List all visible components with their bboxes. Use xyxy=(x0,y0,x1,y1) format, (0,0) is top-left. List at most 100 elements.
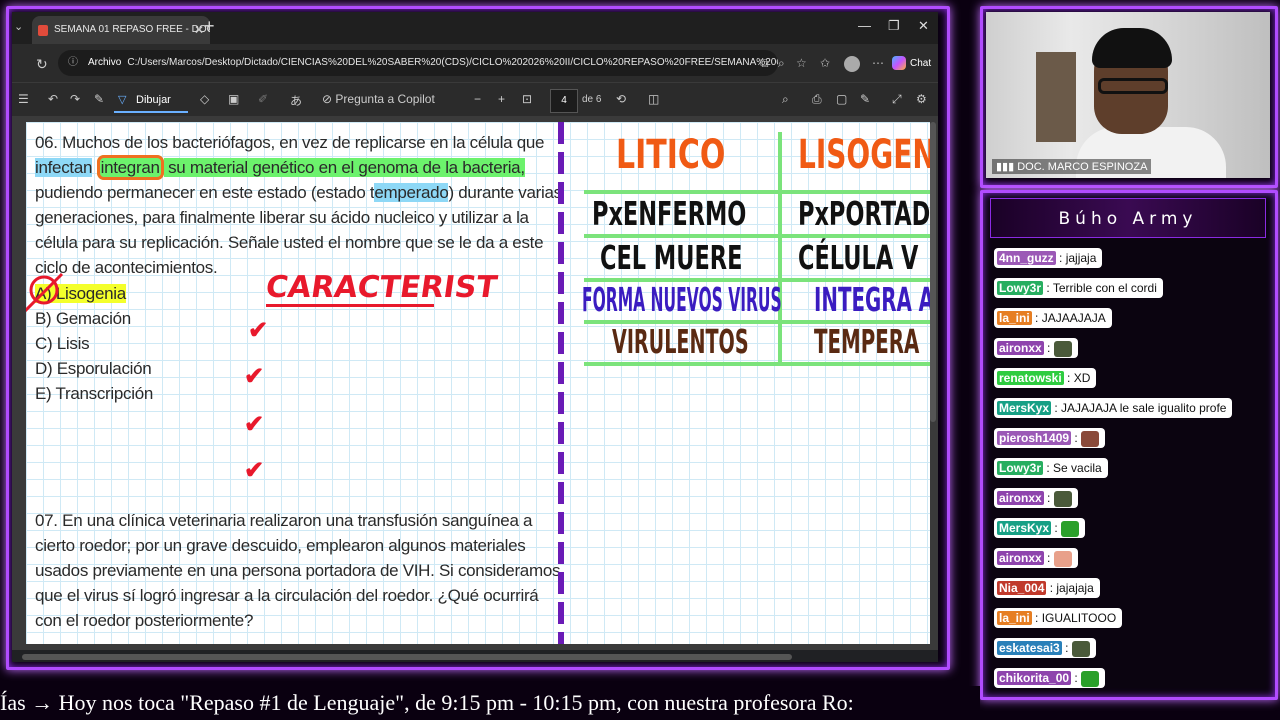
page-view-icon[interactable]: ◫ xyxy=(648,92,659,106)
copilot-chat-button[interactable]: Chat xyxy=(892,54,934,74)
lisogenia-item-2: CÉLULA V xyxy=(798,238,919,277)
translate-icon[interactable]: あ xyxy=(290,92,302,109)
signal-icon: ▮▮▮ xyxy=(996,161,1015,173)
chat-username[interactable]: la_ini xyxy=(997,311,1032,325)
check-mark-4: ✔ xyxy=(244,457,265,484)
chat-username[interactable]: pierosh1409 xyxy=(997,431,1072,445)
copilot-ask-button[interactable]: ⊘ Pregunta a Copilot xyxy=(322,92,435,106)
print-icon[interactable]: ⎙ xyxy=(812,92,822,107)
page-number-input[interactable]: 4 xyxy=(550,89,578,113)
chat-message: aironxx : xyxy=(994,338,1078,358)
chat-title: Búho Army xyxy=(990,198,1266,238)
tab-list-icon[interactable]: ⌄ xyxy=(14,20,23,33)
chat-username[interactable]: Lowy3r xyxy=(997,281,1044,295)
save-icon[interactable]: ▢ xyxy=(836,92,847,106)
chat-username[interactable]: renatowski xyxy=(997,371,1064,385)
vertical-scrollbar[interactable] xyxy=(930,122,936,422)
zoom-icon[interactable]: ⌕ xyxy=(778,56,785,71)
text-box-icon[interactable]: ▣ xyxy=(228,92,239,106)
chat-username[interactable]: aironxx xyxy=(997,551,1044,565)
col-litico-title: LITICO xyxy=(616,132,726,178)
q6-line2: infectan integran su material genético e… xyxy=(35,155,525,180)
edit-icon[interactable]: ✎ xyxy=(860,92,870,106)
camera-name: DOC. MARCO ESPINOZA xyxy=(1017,161,1148,173)
chat-username[interactable]: aironxx xyxy=(997,341,1044,355)
search-icon[interactable]: ⌕ xyxy=(782,92,789,107)
pdf-file-icon xyxy=(38,25,48,36)
close-tab-icon[interactable]: ✕ xyxy=(194,16,204,44)
chat-username[interactable]: eskatesai3 xyxy=(997,641,1062,655)
browser-window: ⌄ SEMANA 01 REPASO FREE - DOC ✕ + — ❐ ✕ … xyxy=(12,12,938,662)
new-tab-icon[interactable]: + xyxy=(204,16,215,37)
read-aloud-icon[interactable]: ⧉ xyxy=(760,56,769,71)
chat-username[interactable]: la_ini xyxy=(997,611,1032,625)
fit-page-icon[interactable]: ⊡ xyxy=(522,92,532,106)
person-hair xyxy=(1092,28,1172,68)
url-field[interactable]: ⓘ Archivo C:/Users/Marcos/Desktop/Dictado… xyxy=(58,50,778,76)
restore-icon[interactable]: ❐ xyxy=(888,18,900,34)
chat-separator: : xyxy=(1043,491,1054,505)
more-menu-icon[interactable]: ⋯ xyxy=(872,56,884,70)
eraser-icon[interactable]: ◇ xyxy=(200,92,209,106)
tab-pdf[interactable]: SEMANA 01 REPASO FREE - DOC ✕ xyxy=(32,16,210,44)
option-e: E) Transcripción xyxy=(35,384,154,403)
zoom-out-icon[interactable]: − xyxy=(474,92,481,106)
highlight-icon[interactable]: ✎ xyxy=(94,92,104,106)
close-window-icon[interactable]: ✕ xyxy=(918,18,929,34)
chat-separator: : xyxy=(1055,251,1066,265)
chat-message: la_ini : JAJAAJAJA xyxy=(994,308,1112,328)
redo-icon[interactable]: ↷ xyxy=(70,92,80,106)
q6-line1: 06. Muchos de los bacteriófagos, en vez … xyxy=(35,133,545,152)
settings-icon[interactable]: ⚙ xyxy=(916,92,927,106)
chat-username[interactable]: Nia_004 xyxy=(997,581,1047,595)
pen-icon: ▽ xyxy=(118,94,127,106)
fullscreen-icon[interactable]: ⤢ xyxy=(892,92,902,107)
emote-icon xyxy=(1061,520,1080,537)
favorite-icon[interactable]: ☆ xyxy=(796,56,807,70)
chat-message: MersKyx : JAJAJAJA le sale igualito prof… xyxy=(994,398,1233,418)
q6-line5: célula para su replicación. Señale usted… xyxy=(35,233,544,252)
chat-text: jajajaja xyxy=(1056,581,1094,595)
caracterist-label: CARACTERIST xyxy=(263,270,500,305)
webcam-feed: ▮▮▮ DOC. MARCO ESPINOZA xyxy=(986,12,1270,178)
chat-username[interactable]: chikorita_00 xyxy=(997,671,1072,685)
chat-username[interactable]: 4nn_guzz xyxy=(997,251,1056,265)
chat-message: pierosh1409 : xyxy=(994,428,1106,448)
chat-separator: : xyxy=(1063,371,1074,385)
tab-title: SEMANA 01 REPASO FREE - DOC xyxy=(54,24,210,35)
horizontal-scrollbar[interactable] xyxy=(22,654,792,660)
chat-username[interactable]: aironxx xyxy=(997,491,1044,505)
draw-button[interactable]: ▽ Dibujar xyxy=(114,87,188,113)
emote-icon xyxy=(1053,550,1072,567)
profile-avatar[interactable] xyxy=(844,56,860,72)
rotate-icon[interactable]: ⟲ xyxy=(616,92,626,106)
chat-text: Terrible con el cordi xyxy=(1052,281,1157,295)
news-ticker: Ías → Hoy nos toca "Repaso #1 de Lenguaj… xyxy=(0,686,980,720)
minimize-icon[interactable]: — xyxy=(858,18,871,33)
page-total: de 6 xyxy=(582,94,602,105)
litico-item-1: PxENFERMO xyxy=(592,194,747,233)
camera-name-label: ▮▮▮ DOC. MARCO ESPINOZA xyxy=(992,159,1152,174)
zoom-in-icon[interactable]: + xyxy=(498,92,505,106)
favorites-list-icon[interactable]: ✩ xyxy=(820,56,830,70)
lisogenia-item-4: TEMPERA xyxy=(814,322,920,361)
undo-icon[interactable]: ↶ xyxy=(48,92,58,106)
q7-line4: que el virus sí logró ingresar a la circ… xyxy=(35,586,539,605)
chat-text: JAJAAJAJA xyxy=(1041,311,1106,325)
reload-icon[interactable]: ↻ xyxy=(36,56,48,73)
chat-username[interactable]: MersKyx xyxy=(997,401,1052,415)
q6-line4: generaciones, para finalmente liberar su… xyxy=(35,208,529,227)
emote-icon xyxy=(1053,340,1072,357)
option-c: C) Lisis xyxy=(35,334,90,353)
lisogenia-item-1: PxPORTAD xyxy=(798,194,930,233)
chat-message: Lowy3r : Terrible con el cordi xyxy=(994,278,1163,298)
chat-separator: : xyxy=(1043,461,1054,475)
person-glasses xyxy=(1098,78,1168,94)
check-mark-1: ✔ xyxy=(248,317,269,344)
chat-separator: : xyxy=(1031,611,1042,625)
chat-username[interactable]: Lowy3r xyxy=(997,461,1044,475)
chat-separator: : xyxy=(1051,401,1062,415)
chat-username[interactable]: MersKyx xyxy=(997,521,1052,535)
contents-icon[interactable]: ☰ xyxy=(18,92,29,106)
chat-message: MersKyx : xyxy=(994,518,1086,538)
